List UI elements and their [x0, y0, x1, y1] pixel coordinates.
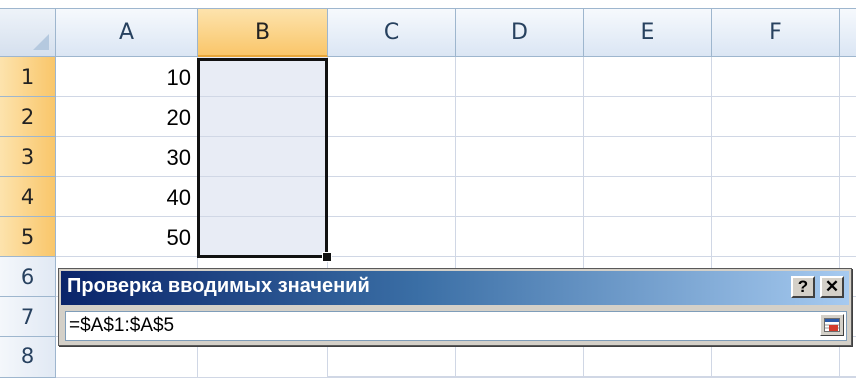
reference-field-container [65, 311, 847, 341]
column-header-b[interactable]: B [198, 9, 328, 57]
row-header-3[interactable]: 3 [0, 137, 56, 177]
column-header-g-partial[interactable] [840, 9, 856, 57]
help-button[interactable]: ? [791, 276, 815, 298]
cell-a3[interactable]: 30 [56, 137, 198, 177]
column-header-d[interactable]: D [456, 9, 584, 57]
expand-dialog-button[interactable] [820, 314, 844, 336]
dialog-title: Проверка вводимых значений [67, 275, 370, 297]
close-button[interactable]: ✕ [820, 276, 844, 298]
row-header-8[interactable]: 8 [0, 337, 56, 378]
cell-a1[interactable]: 10 [56, 57, 198, 97]
range-expand-icon [824, 318, 840, 332]
row-header-1[interactable]: 1 [0, 57, 56, 97]
data-validation-collapsed-dialog: Проверка вводимых значений ? ✕ [58, 268, 852, 346]
cell-a5[interactable]: 50 [56, 217, 198, 257]
select-all-triangle-icon [33, 34, 49, 50]
row-header-2[interactable]: 2 [0, 97, 56, 137]
row-header-5[interactable]: 5 [0, 217, 56, 257]
row-header-6[interactable]: 6 [0, 257, 56, 297]
column-header-a[interactable]: A [56, 9, 198, 57]
column-header-c[interactable]: C [328, 9, 456, 57]
cell-a2[interactable]: 20 [56, 97, 198, 137]
fill-handle[interactable] [322, 252, 332, 262]
select-all-button[interactable] [0, 9, 56, 57]
column-header-e[interactable]: E [584, 9, 712, 57]
row-header-4[interactable]: 4 [0, 177, 56, 217]
column-header-f[interactable]: F [712, 9, 840, 57]
reference-input[interactable] [66, 312, 806, 340]
cell-a4[interactable]: 40 [56, 177, 198, 217]
row-header-7[interactable]: 7 [0, 297, 56, 337]
ribbon-edge [0, 0, 856, 9]
selection-border [197, 58, 328, 258]
dialog-title-bar[interactable]: Проверка вводимых значений ? ✕ [61, 271, 849, 305]
